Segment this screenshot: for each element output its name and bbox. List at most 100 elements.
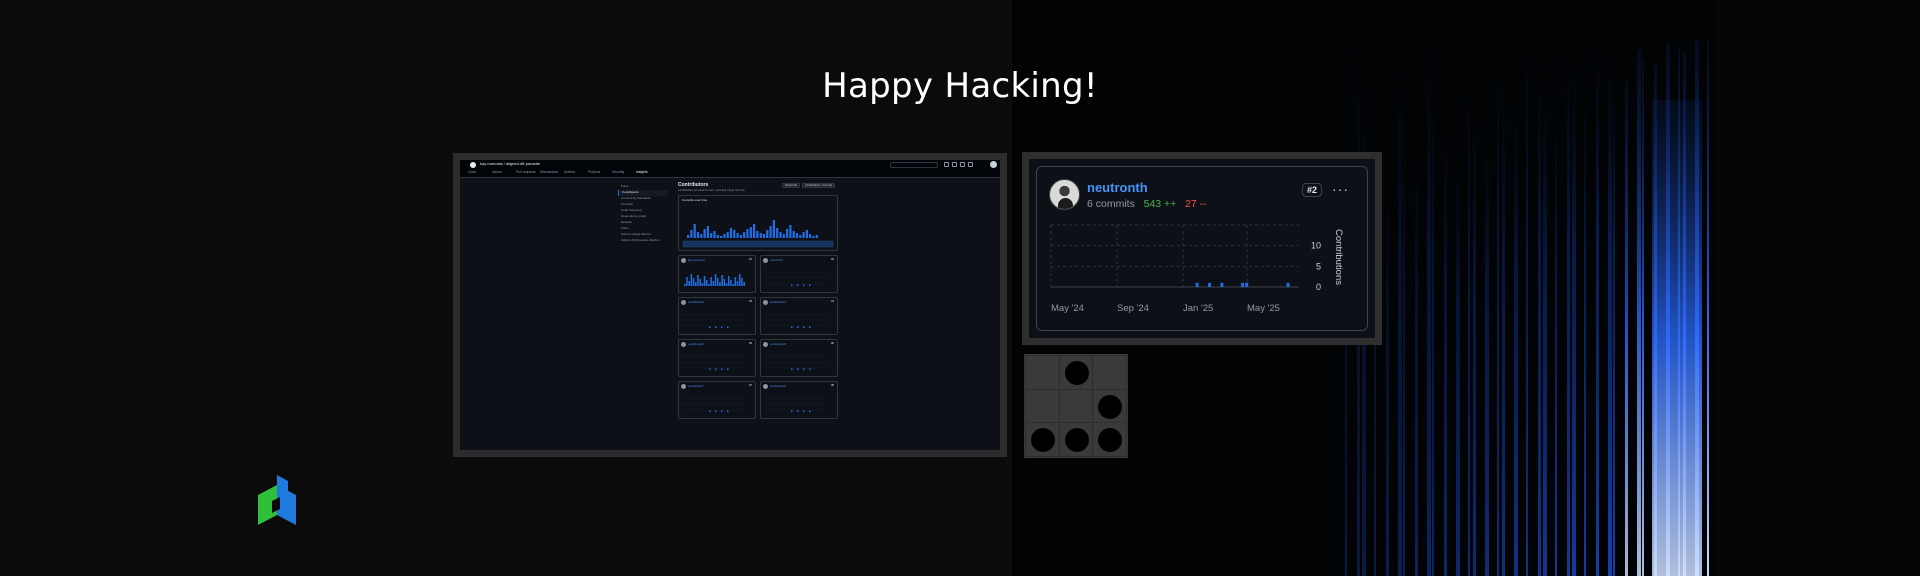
commits-over-time-card: Commits over time bbox=[678, 195, 838, 251]
repo-tab[interactable]: Code bbox=[468, 170, 476, 174]
contribution-bar bbox=[791, 284, 793, 286]
streak bbox=[1526, 41, 1528, 576]
contributor-card-backdrop: neutronth 6 commits 543 ++ 27 -- #2 ··· … bbox=[1029, 159, 1375, 338]
repo-tab[interactable]: Pull requests bbox=[516, 170, 536, 174]
commit-bar bbox=[693, 224, 696, 238]
contribution-bar bbox=[712, 281, 715, 286]
background-right-edge bbox=[1716, 0, 1920, 576]
contribution-bar bbox=[703, 276, 706, 286]
commit-bar bbox=[733, 230, 736, 238]
contribution-bar bbox=[725, 283, 728, 286]
search-input[interactable] bbox=[890, 162, 938, 168]
issues-icon[interactable] bbox=[952, 162, 957, 167]
streak bbox=[1403, 110, 1405, 576]
commit-bar bbox=[739, 235, 742, 238]
notifications-icon[interactable] bbox=[968, 162, 973, 167]
repo-tab[interactable]: Issues bbox=[492, 170, 502, 174]
contribution-bar bbox=[1286, 282, 1290, 287]
glider-cell-empty bbox=[1093, 356, 1126, 389]
commit-bar bbox=[720, 236, 723, 238]
contribution-bar bbox=[791, 326, 793, 328]
contribution-bar bbox=[686, 277, 688, 286]
contribution-bar bbox=[721, 410, 723, 412]
contribution-bar bbox=[809, 368, 811, 370]
brand-logo-icon bbox=[258, 475, 296, 525]
streak bbox=[1398, 68, 1402, 576]
contribution-bar bbox=[736, 281, 739, 286]
commit-bar bbox=[729, 228, 733, 238]
repo-tab[interactable]: Discussions bbox=[540, 170, 558, 174]
commit-bar bbox=[749, 227, 752, 238]
contribution-bar bbox=[1220, 282, 1224, 287]
contributor-mini-chart bbox=[765, 313, 829, 328]
user-avatar[interactable] bbox=[990, 161, 997, 168]
repo-breadcrumb[interactable]: kay-homosis / aligned-dff-parasite bbox=[480, 161, 540, 166]
contribution-bar bbox=[797, 284, 799, 286]
contribution-bar bbox=[723, 279, 726, 286]
contribution-bar bbox=[715, 410, 717, 412]
contributor-mini-chart bbox=[765, 271, 829, 286]
plus-icon[interactable] bbox=[944, 162, 949, 167]
commit-bar bbox=[772, 220, 775, 238]
glider-cell-empty bbox=[1026, 389, 1059, 423]
commit-bar bbox=[762, 234, 766, 238]
range-brush[interactable] bbox=[682, 240, 834, 248]
slide-headline: Happy Hacking! bbox=[822, 66, 1098, 106]
contribution-bar bbox=[732, 284, 734, 286]
streak bbox=[1514, 108, 1518, 576]
commit-bar bbox=[769, 226, 772, 238]
contribution-bar bbox=[706, 280, 708, 286]
streak bbox=[1468, 69, 1470, 576]
contribution-bar bbox=[791, 368, 793, 370]
repo-tab[interactable]: Projects bbox=[588, 170, 600, 174]
sidebar-item[interactable]: Actions Performance Metrics bbox=[618, 238, 668, 244]
streak bbox=[1572, 73, 1576, 576]
contribution-bar bbox=[721, 326, 723, 328]
commit-bar bbox=[782, 234, 785, 238]
commit-bar bbox=[812, 236, 815, 238]
contribution-bar bbox=[739, 274, 741, 286]
streak bbox=[1625, 80, 1628, 576]
commit-bar bbox=[723, 234, 726, 238]
repo-tab[interactable]: Security bbox=[612, 170, 624, 174]
contribution-bar bbox=[699, 279, 701, 286]
contribution-bar bbox=[1241, 282, 1245, 287]
contributor-mini-card: contributor6 #6 bbox=[760, 339, 838, 377]
contribution-bar bbox=[803, 326, 805, 328]
commit-bar bbox=[706, 226, 709, 238]
commit-bar bbox=[789, 225, 792, 238]
commit-bar bbox=[756, 231, 759, 238]
contribution-bar bbox=[710, 277, 712, 286]
streak bbox=[1432, 88, 1434, 576]
repo-tab[interactable]: Insights bbox=[636, 170, 648, 174]
contribution-bar bbox=[719, 282, 721, 286]
commit-bar bbox=[802, 232, 805, 238]
contribution-bar bbox=[797, 326, 799, 328]
glider-cell-alive bbox=[1059, 423, 1093, 456]
period-button[interactable]: Period: All bbox=[782, 183, 800, 188]
commit-bar bbox=[779, 232, 782, 238]
commit-bar bbox=[743, 232, 746, 238]
github-logo-icon[interactable] bbox=[470, 162, 476, 168]
streak bbox=[1637, 49, 1641, 576]
commit-bar bbox=[713, 231, 716, 238]
contributor-mini-chart bbox=[683, 271, 747, 286]
contributor-mini-card: contributor7 #7 bbox=[678, 381, 756, 419]
contributor-mini-chart bbox=[683, 355, 747, 370]
repo-tab[interactable]: Actions bbox=[564, 170, 575, 174]
streak bbox=[1596, 44, 1599, 576]
contribution-type-button[interactable]: Contributions: Commits bbox=[802, 183, 835, 188]
commit-bar bbox=[703, 229, 706, 238]
contribution-bar bbox=[728, 276, 730, 286]
contributor-mini-card: contributor8 #8 bbox=[760, 381, 838, 419]
github-page: kay-homosis / aligned-dff-parasite Code I… bbox=[460, 160, 1000, 450]
x-tick-label: Sep '24 bbox=[1117, 303, 1149, 314]
contribution-bar bbox=[717, 278, 719, 286]
streak bbox=[1502, 82, 1505, 576]
glider-cell-alive bbox=[1093, 389, 1126, 423]
contributions-chart: 0 5 10 May '24 Sep '24 Jan '25 May '25 Contribu… bbox=[1050, 224, 1344, 314]
streak bbox=[1608, 58, 1612, 576]
pull-request-icon[interactable] bbox=[960, 162, 965, 167]
commit-bar bbox=[795, 233, 799, 238]
streak bbox=[1473, 102, 1476, 576]
